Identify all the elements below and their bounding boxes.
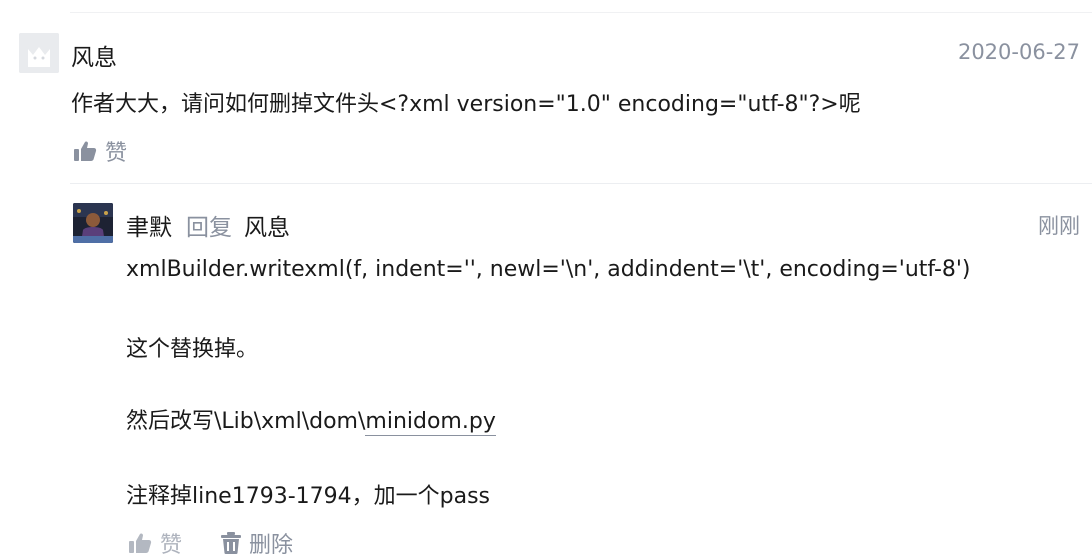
reply-like-label: 赞: [160, 533, 183, 558]
comment-author[interactable]: 风息: [71, 38, 117, 72]
reply-line-code: xmlBuilder.writexml(f, indent='', newl='…: [126, 257, 971, 282]
delete-label: 删除: [249, 533, 294, 558]
thumbs-up-icon: [129, 533, 152, 553]
thumbs-up-icon: [74, 141, 97, 161]
trash-icon: [221, 532, 241, 554]
minidom-link[interactable]: minidom.py: [365, 409, 496, 436]
reply-header: 聿默 回复 风息: [126, 208, 290, 242]
delete-button[interactable]: 删除: [221, 527, 293, 559]
reply-line-path: 然后改写\Lib\xml\dom\minidom.py: [126, 403, 496, 436]
reply-line-comment: 注释掉line1793-1794，加一个pass: [126, 484, 490, 509]
reply-time: 刚刚: [1038, 214, 1080, 238]
reply-like-button[interactable]: 赞: [128, 527, 182, 559]
reply-avatar[interactable]: [73, 203, 113, 243]
reply-line-replace: 这个替换掉。: [126, 337, 259, 362]
like-label: 赞: [105, 141, 128, 166]
reply-author[interactable]: 聿默: [126, 215, 172, 241]
reply-word: 回复: [186, 215, 232, 241]
reply-to-user[interactable]: 风息: [244, 215, 290, 241]
avatar[interactable]: [19, 33, 59, 73]
reply-path-prefix: 然后改写\Lib\xml\dom\: [126, 409, 366, 434]
reply-divider: [70, 183, 1092, 184]
comment-date: 2020-06-27: [957, 40, 1080, 64]
like-button[interactable]: 赞: [73, 135, 127, 167]
top-divider: [70, 12, 1092, 13]
comment-text: 作者大大，请问如何删掉文件头<?xml version="1.0" encodi…: [71, 92, 861, 117]
